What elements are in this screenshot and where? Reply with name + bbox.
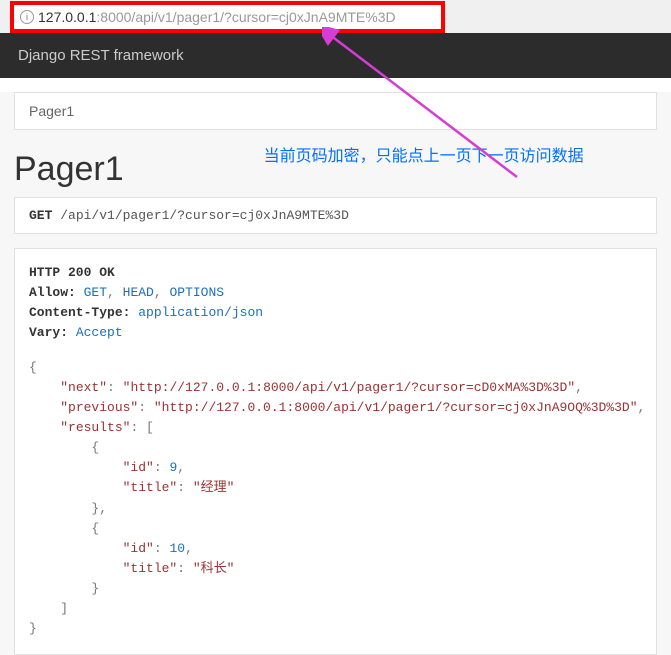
breadcrumb: Pager1: [14, 92, 657, 130]
request-path: /api/v1/pager1/?cursor=cj0xJnA9MTE%3D: [60, 208, 349, 223]
allow-options: OPTIONS: [169, 285, 224, 300]
url-field-highlighted[interactable]: i 127.0.0.1:8000/api/v1/pager1/?cursor=c…: [10, 1, 445, 33]
allow-get: GET: [84, 285, 107, 300]
ctype-label: Content-Type:: [29, 305, 130, 320]
http-method: GET: [29, 208, 52, 223]
allow-label: Allow:: [29, 285, 76, 300]
status-line: HTTP 200 OK: [29, 265, 115, 280]
content-area: Pager1 Pager1 当前页码加密，只能点上一页下一页访问数据 GET /…: [0, 92, 671, 655]
response-json: { "next": "http://127.0.0.1:8000/api/v1/…: [29, 358, 642, 640]
navbar-title[interactable]: Django REST framework: [18, 47, 184, 64]
request-line: GET /api/v1/pager1/?cursor=cj0xJnA9MTE%3…: [14, 197, 657, 234]
navbar: Django REST framework: [0, 33, 671, 78]
chinese-annotation: 当前页码加密，只能点上一页下一页访问数据: [264, 144, 584, 168]
breadcrumb-item[interactable]: Pager1: [29, 103, 74, 119]
url-bar: i 127.0.0.1:8000/api/v1/pager1/?cursor=c…: [0, 0, 671, 33]
ctype-value: application/json: [138, 305, 263, 320]
vary-value: Accept: [76, 325, 123, 340]
allow-head: HEAD: [123, 285, 154, 300]
vary-label: Vary:: [29, 325, 68, 340]
page-title: Pager1: [14, 144, 124, 189]
response-block: HTTP 200 OK Allow: GET, HEAD, OPTIONS Co…: [14, 248, 657, 655]
title-row: Pager1 当前页码加密，只能点上一页下一页访问数据: [14, 144, 657, 189]
url-text: 127.0.0.1:8000/api/v1/pager1/?cursor=cj0…: [38, 9, 435, 25]
info-icon: i: [20, 10, 34, 24]
